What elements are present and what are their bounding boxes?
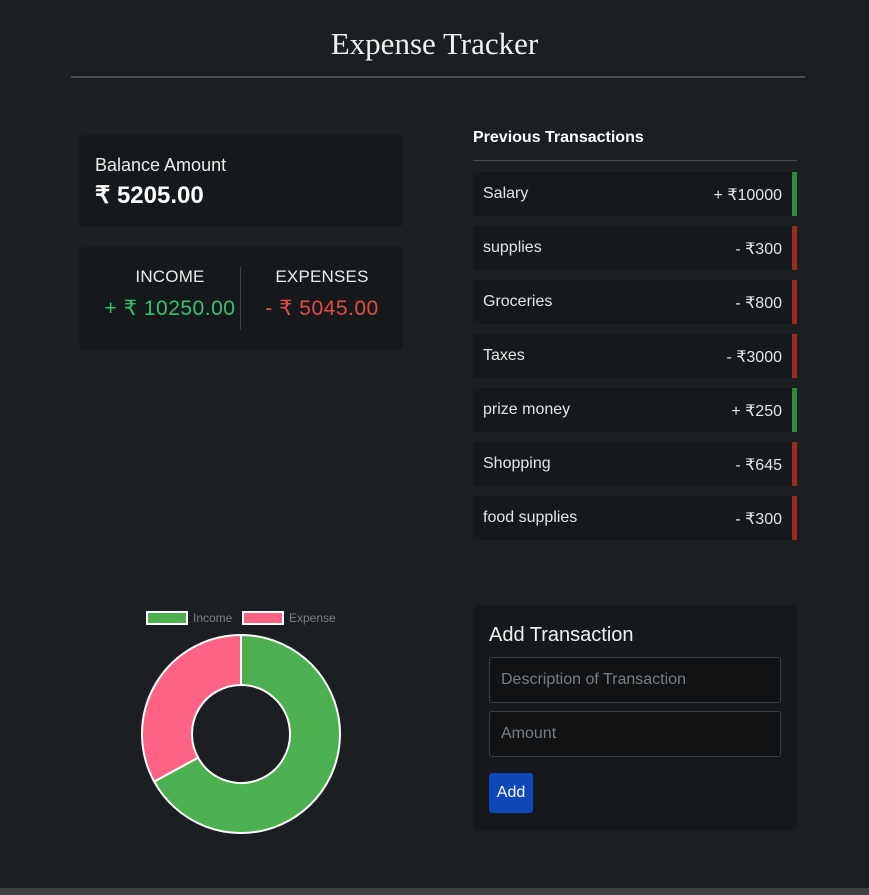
- balance-amount: ₹ 5205.00: [95, 182, 204, 209]
- add-transaction-title: Add Transaction: [489, 624, 634, 646]
- transaction-item[interactable]: Shopping - ₹645: [473, 442, 797, 486]
- transaction-item[interactable]: Salary + ₹10000: [473, 172, 797, 216]
- transaction-description: Groceries: [483, 293, 553, 310]
- transactions-list: Salary + ₹10000 supplies - ₹300 Grocerie…: [473, 172, 797, 550]
- balance-card: Balance Amount ₹ 5205.00: [79, 135, 403, 227]
- transaction-description: prize money: [483, 401, 571, 418]
- transactions-heading: Previous Transactions: [473, 129, 644, 146]
- transactions-divider: [473, 160, 797, 161]
- transaction-amount: - ₹645: [735, 457, 782, 474]
- transaction-amount: + ₹250: [731, 403, 782, 420]
- chart-slice-expense[interactable]: [141, 633, 242, 783]
- transaction-description: Taxes: [483, 347, 525, 364]
- amount-input[interactable]: [489, 711, 781, 757]
- balance-label: Balance Amount: [95, 155, 227, 175]
- expense-amount: - ₹ 5045.00: [265, 297, 379, 320]
- doughnut-chart-svg: Income Expense: [141, 611, 341, 834]
- legend-label-income[interactable]: Income: [193, 611, 233, 625]
- transaction-description: supplies: [483, 239, 542, 256]
- income-amount: + ₹ 10250.00: [104, 297, 236, 320]
- title-divider: [71, 76, 805, 78]
- page-title: Expense Tracker: [330, 26, 539, 61]
- chart-legend[interactable]: Income Expense: [146, 611, 336, 625]
- add-button[interactable]: Add: [489, 773, 533, 813]
- transaction-item[interactable]: prize money + ₹250: [473, 388, 797, 432]
- expense-label: EXPENSES: [275, 267, 369, 286]
- transaction-amount: - ₹300: [735, 511, 782, 528]
- income-expense-card: INCOME + ₹ 10250.00 EXPENSES - ₹ 5045.00: [79, 247, 403, 350]
- transaction-description: Salary: [483, 185, 529, 202]
- transaction-amount: - ₹3000: [726, 349, 782, 366]
- transaction-item[interactable]: supplies - ₹300: [473, 226, 797, 270]
- transaction-item[interactable]: Taxes - ₹3000: [473, 334, 797, 378]
- expense-column: EXPENSES - ₹ 5045.00: [241, 267, 403, 321]
- legend-swatch-expense[interactable]: [242, 611, 284, 625]
- doughnut-chart: Income Expense: [130, 605, 352, 840]
- transaction-description: Shopping: [483, 455, 551, 472]
- transaction-amount: - ₹300: [735, 241, 782, 258]
- income-label: INCOME: [135, 267, 205, 286]
- transaction-amount: + ₹10000: [713, 187, 782, 204]
- legend-swatch-income[interactable]: [146, 611, 188, 625]
- chart-slices: [141, 633, 341, 834]
- transaction-item[interactable]: food supplies - ₹300: [473, 496, 797, 540]
- legend-label-expense[interactable]: Expense: [289, 611, 336, 625]
- add-transaction-card: Add Transaction Add: [473, 605, 797, 831]
- transaction-description: food supplies: [483, 509, 578, 526]
- income-column: INCOME + ₹ 10250.00: [89, 267, 251, 321]
- transaction-item[interactable]: Groceries - ₹800: [473, 280, 797, 324]
- description-input[interactable]: [489, 657, 781, 703]
- transaction-amount: - ₹800: [735, 295, 782, 312]
- bottom-scrollbar: [0, 888, 869, 895]
